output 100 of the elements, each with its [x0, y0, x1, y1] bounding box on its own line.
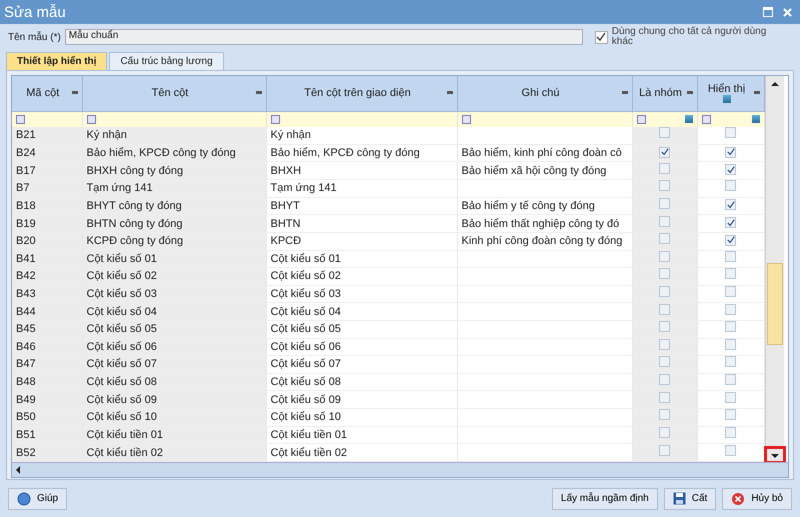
checkbox[interactable]	[659, 180, 670, 192]
checkbox[interactable]	[659, 338, 670, 350]
table-cell: B51	[12, 426, 82, 444]
checkbox[interactable]	[659, 250, 670, 262]
checkbox[interactable]	[725, 234, 736, 246]
checkbox[interactable]	[725, 304, 736, 315]
table-cell: Bảo hiểm thất nghiệp công ty đó	[457, 214, 632, 232]
table-cell: BHTN công ty đóng	[82, 214, 266, 232]
template-name-field[interactable]: Mẫu chuẩn	[64, 29, 583, 45]
table-cell: KCPĐ công ty đóng	[82, 232, 266, 250]
tab[interactable]: Thiết lập hiển thị	[6, 52, 108, 70]
column-header[interactable]: Mã cột	[12, 76, 82, 112]
checkbox[interactable]	[659, 356, 670, 368]
help-icon	[17, 492, 31, 506]
table-cell: Cột kiểu số 10	[82, 408, 266, 426]
checkbox[interactable]	[725, 356, 736, 368]
checkbox[interactable]	[725, 409, 736, 420]
checkbox[interactable]	[725, 146, 736, 158]
filter-icon[interactable]	[462, 114, 470, 124]
window-title: Sửa mẫu	[4, 4, 66, 20]
share-checkbox-label: Dùng chung cho tất cả người dùng khác	[612, 27, 768, 47]
checkbox[interactable]	[659, 127, 670, 138]
table-cell: B20	[12, 232, 82, 250]
table-cell: BHYT	[266, 197, 457, 215]
column-header[interactable]: Là nhóm	[632, 76, 697, 112]
table-cell: Cột kiểu số 07	[82, 356, 266, 374]
column-header[interactable]: Tên cột	[82, 76, 266, 112]
table-cell: Bảo hiểm, KPCĐ công ty đóng	[266, 144, 457, 162]
default-template-button[interactable]: Lấy mẫu ngầm định	[552, 488, 658, 510]
save-button[interactable]: Cất	[664, 488, 716, 510]
table-cell: B49	[12, 390, 82, 408]
table-cell: Bảo hiểm, kinh phí công đoàn cô	[457, 144, 632, 162]
tab[interactable]: Cấu trúc bảng lương	[109, 52, 224, 70]
checkbox[interactable]	[725, 217, 736, 228]
checkbox[interactable]	[659, 268, 670, 280]
share-checkbox[interactable]	[594, 30, 608, 44]
table-cell: Bảo hiểm xã hội công ty đóng	[457, 162, 632, 180]
checkbox[interactable]	[659, 374, 670, 386]
vertical-scrollbar[interactable]	[764, 76, 784, 462]
table-cell: Cột kiểu số 08	[266, 373, 457, 391]
checkbox[interactable]	[659, 198, 670, 209]
close-button[interactable]	[783, 8, 792, 16]
checkbox[interactable]	[725, 338, 736, 350]
checkbox[interactable]	[725, 392, 736, 403]
square-icon[interactable]	[752, 115, 760, 124]
column-header-label: Hiển thị	[708, 83, 746, 96]
table-cell: B21	[12, 126, 82, 144]
table-cell: B44	[12, 302, 82, 320]
table-cell: B18	[12, 197, 82, 215]
checkbox[interactable]	[725, 286, 736, 298]
checkbox[interactable]	[725, 127, 736, 138]
table-cell: B43	[12, 285, 82, 303]
column-header[interactable]: Hiển thị	[697, 76, 764, 112]
scroll-down-icon[interactable]	[766, 448, 784, 462]
table-cell: Bảo hiểm, KPCĐ công ty đóng	[82, 144, 266, 162]
maximize-button[interactable]	[763, 7, 773, 17]
filter-icon[interactable]	[636, 114, 646, 124]
help-button[interactable]: Giúp	[8, 488, 68, 510]
checkbox[interactable]	[725, 199, 736, 210]
checkbox[interactable]	[659, 321, 670, 332]
checkbox[interactable]	[659, 233, 670, 244]
table-cell: Cột kiểu số 01	[82, 250, 266, 268]
table-cell: Cột kiểu tiền 01	[82, 426, 266, 444]
checkbox[interactable]	[725, 250, 736, 262]
checkbox[interactable]	[725, 321, 736, 332]
checkbox[interactable]	[725, 164, 736, 176]
square-icon[interactable]	[684, 115, 692, 124]
checkbox[interactable]	[659, 426, 670, 438]
filter-icon[interactable]	[86, 114, 96, 124]
checkbox[interactable]	[659, 286, 670, 298]
checkbox[interactable]	[725, 444, 736, 456]
checkbox[interactable]	[725, 374, 736, 386]
checkbox[interactable]	[659, 146, 670, 158]
table-cell: B45	[12, 320, 82, 338]
checkbox[interactable]	[659, 304, 670, 315]
column-header[interactable]: Ghi chú	[457, 76, 632, 112]
checkbox[interactable]	[659, 162, 670, 174]
filter-icon[interactable]	[16, 114, 25, 124]
scrollbar-thumb[interactable]	[766, 263, 782, 345]
table-cell: Cột kiểu số 04	[82, 302, 266, 320]
checkbox[interactable]	[659, 392, 670, 403]
table-cell: Kinh phí công đoàn công ty đóng	[457, 232, 632, 250]
checkbox[interactable]	[725, 426, 736, 438]
table-cell: BHXH	[266, 162, 457, 180]
column-header[interactable]: Tên cột trên giao diện	[266, 76, 457, 112]
table-cell: Tạm ứng 141	[82, 180, 266, 198]
table-cell: Cột kiểu số 06	[266, 338, 457, 356]
table-cell: Bảo hiểm y tế công ty đóng	[457, 197, 632, 215]
checkbox[interactable]	[659, 216, 670, 227]
filter-icon[interactable]	[702, 114, 710, 124]
table-cell: BHYT công ty đóng	[82, 197, 266, 215]
checkbox[interactable]	[659, 444, 670, 456]
horizontal-scrollbar[interactable]	[12, 462, 788, 477]
filter-icon[interactable]	[270, 114, 280, 124]
column-header-label: Mã cột	[26, 87, 60, 100]
checkbox[interactable]	[725, 180, 736, 192]
cancel-button[interactable]: Hủy bỏ	[722, 488, 792, 510]
table-cell: Cột kiểu số 05	[266, 320, 457, 338]
checkbox[interactable]	[725, 268, 736, 280]
checkbox[interactable]	[659, 409, 670, 420]
